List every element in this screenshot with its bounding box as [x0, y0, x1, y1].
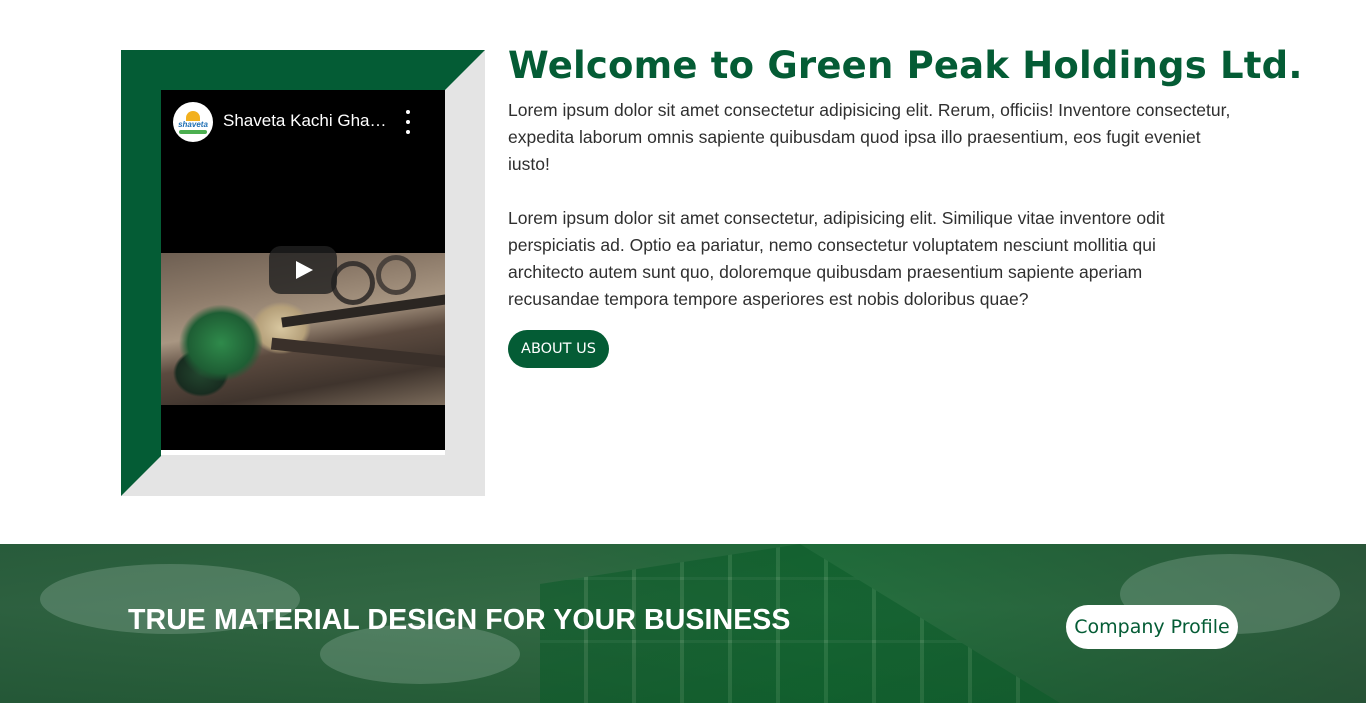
company-profile-button[interactable]: Company Profile: [1066, 605, 1238, 649]
video-title[interactable]: Shaveta Kachi Gha…: [223, 111, 393, 131]
video-header: shaveta Shaveta Kachi Gha…: [161, 90, 445, 154]
about-paragraph-1: Lorem ipsum dolor sit amet consectetur a…: [508, 100, 1231, 174]
more-vert-icon[interactable]: [401, 110, 415, 134]
play-icon: [296, 261, 313, 279]
play-button[interactable]: [269, 246, 337, 294]
about-us-button[interactable]: ABOUT US: [508, 330, 609, 368]
machine-wheel: [376, 255, 416, 295]
video-bottom-bar: [161, 450, 445, 455]
channel-avatar[interactable]: shaveta: [173, 102, 213, 142]
wave-icon: [179, 130, 207, 134]
banner-heading: TRUE MATERIAL DESIGN FOR YOUR BUSINESS: [128, 604, 791, 636]
cta-banner: TRUE MATERIAL DESIGN FOR YOUR BUSINESS C…: [0, 544, 1366, 703]
machine-belt: [270, 337, 445, 371]
machine-wheel: [331, 261, 375, 305]
about-paragraph-2: Lorem ipsum dolor sit amet consectetur, …: [508, 208, 1165, 309]
channel-logo-text: shaveta: [178, 120, 208, 129]
embedded-video-player[interactable]: shaveta Shaveta Kachi Gha…: [161, 90, 445, 450]
page-title: Welcome to Green Peak Holdings Ltd.: [508, 44, 1303, 87]
